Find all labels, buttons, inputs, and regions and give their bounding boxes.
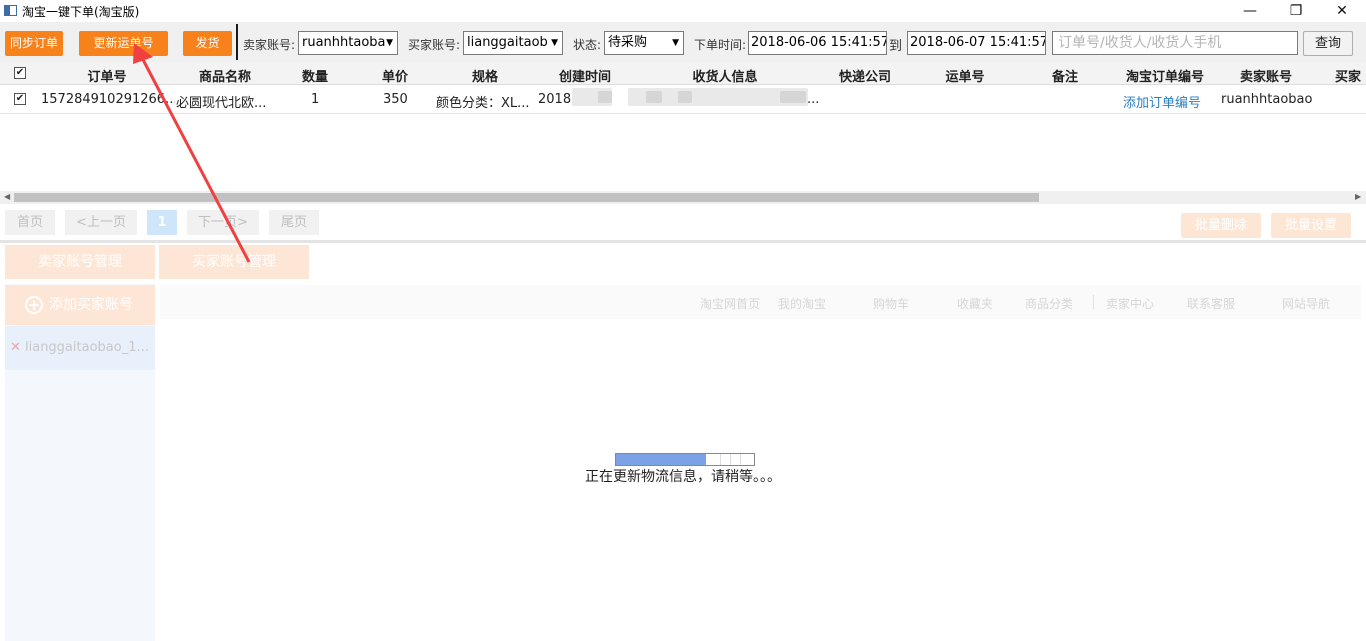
status-value: 待采购 [608, 35, 648, 50]
window-title: 淘宝一键下单(淘宝版) [22, 5, 140, 19]
column-header[interactable]: 卖家账号 [1228, 66, 1304, 85]
seller-account-label: 卖家账号: [243, 38, 296, 52]
buyer-account-label: 买家账号: [408, 38, 461, 52]
column-header[interactable]: 快递公司 [825, 66, 905, 85]
time-range-to-label: 到 [889, 39, 903, 54]
nav-link[interactable]: 商品分类 [1025, 295, 1073, 312]
status-label: 状态: [573, 38, 602, 52]
nav-link[interactable]: 联系客服 [1187, 295, 1235, 312]
tab-buyer-accounts[interactable]: 买家账号管理 [159, 245, 309, 279]
dropdown-arrow-icon: ▼ [551, 38, 558, 48]
query-button[interactable]: 查询 [1303, 31, 1353, 56]
progress-bar [615, 453, 755, 466]
scroll-left-icon[interactable]: ◀ [4, 192, 10, 201]
created-time-cell: 2018 [538, 92, 572, 107]
order-time-from-input[interactable]: 2018-06-06 15:41:57 [748, 31, 887, 55]
price-cell: 350 [383, 92, 408, 107]
seller-account-value: ruanhhtaoba [302, 35, 386, 50]
column-header[interactable]: 规格 [460, 66, 510, 85]
redacted-block [598, 91, 612, 103]
sync-orders-button[interactable]: 同步订单 [5, 31, 63, 56]
embedded-page-navbar [160, 285, 1361, 319]
column-header[interactable]: 买家 [1330, 66, 1366, 85]
batch-delete-button[interactable]: 批量删除 [1181, 213, 1261, 238]
nav-link[interactable]: 购物车 [873, 295, 909, 312]
tab-seller-accounts[interactable]: 卖家账号管理 [5, 245, 155, 279]
last-page-button[interactable]: 尾页 [269, 210, 319, 235]
loading-message: 正在更新物流信息，请稍等。。。 [585, 469, 781, 485]
nav-link[interactable]: 淘宝网首页 [700, 295, 760, 312]
app-icon [4, 5, 17, 16]
column-header[interactable]: 收货人信息 [680, 66, 770, 85]
nav-link[interactable]: 网站导航 [1282, 295, 1330, 312]
nav-link[interactable]: 收藏夹 [957, 295, 993, 312]
order-number-cell: 157284910291266... [41, 92, 175, 107]
column-header[interactable]: 备注 [1040, 66, 1090, 85]
section-divider [0, 240, 1366, 243]
nav-link[interactable]: 我的淘宝 [778, 295, 826, 312]
add-buyer-account-button[interactable]: + 添加买家账号 [5, 285, 155, 325]
first-page-button[interactable]: 首页 [5, 210, 55, 235]
product-name-cell: 必圆现代北欧... [176, 96, 267, 111]
buyer-account-select[interactable]: lianggaitaob ▼ [463, 31, 563, 55]
column-header[interactable]: 创建时间 [545, 66, 625, 85]
row-checkbox[interactable]: ✔ [14, 93, 26, 105]
order-search-input[interactable]: 订单号/收货人/收货人手机 [1052, 31, 1298, 55]
recipient-info-cell: ... [807, 92, 820, 107]
column-header[interactable]: 数量 [290, 66, 340, 85]
add-buyer-account-label: 添加买家账号 [49, 297, 133, 313]
order-time-label: 下单时间: [694, 38, 747, 52]
nav-link[interactable]: 卖家中心 [1106, 295, 1154, 312]
quantity-cell: 1 [311, 92, 320, 107]
dropdown-arrow-icon: ▼ [672, 38, 679, 48]
column-header[interactable]: 单价 [370, 66, 420, 85]
redacted-block [780, 91, 806, 103]
spec-cell: 颜色分类：XL... [436, 96, 530, 111]
seller-account-cell: ruanhhtaobao [1221, 92, 1313, 107]
batch-settings-button[interactable]: 批量设置 [1271, 213, 1351, 238]
buyer-account-value: lianggaitaob [467, 35, 548, 50]
buyer-account-name: lianggaitaobao_1... [25, 340, 149, 355]
close-button[interactable]: ✕ [1319, 0, 1365, 22]
seller-account-select[interactable]: ruanhhtaoba ▼ [298, 31, 398, 55]
status-select[interactable]: 待采购 ▼ [604, 31, 684, 55]
redacted-block [678, 91, 692, 103]
redacted-block [646, 91, 662, 103]
column-header[interactable]: 商品名称 [188, 66, 262, 85]
current-page-button[interactable]: 1 [147, 210, 177, 235]
scrollbar-thumb[interactable] [14, 193, 1039, 202]
scroll-right-icon[interactable]: ▶ [1355, 192, 1361, 201]
prev-page-button[interactable]: <上一页 [65, 210, 137, 235]
order-time-to-input[interactable]: 2018-06-07 15:41:57 [907, 31, 1046, 55]
dropdown-arrow-icon: ▼ [386, 38, 393, 48]
column-header[interactable]: 运单号 [935, 66, 995, 85]
add-order-number-link[interactable]: 添加订单编号 [1123, 92, 1201, 111]
nav-separator [1093, 295, 1094, 309]
column-header[interactable]: 淘宝订单编号 [1115, 66, 1215, 85]
plus-circle-icon: + [25, 296, 43, 314]
title-bar [0, 0, 1366, 22]
remove-account-icon[interactable]: ✕ [10, 340, 21, 355]
update-tracking-button[interactable]: 更新运单号 [79, 31, 168, 56]
restore-button[interactable]: ❐ [1273, 0, 1319, 22]
column-header[interactable]: 订单号 [70, 66, 144, 85]
select-all-checkbox[interactable]: ✔ [14, 67, 26, 79]
progress-fill [616, 454, 706, 465]
ship-button[interactable]: 发货 [183, 31, 232, 56]
minimize-button[interactable]: — [1227, 0, 1273, 22]
toolbar-divider [236, 24, 238, 60]
next-page-button[interactable]: 下一页> [187, 210, 259, 235]
